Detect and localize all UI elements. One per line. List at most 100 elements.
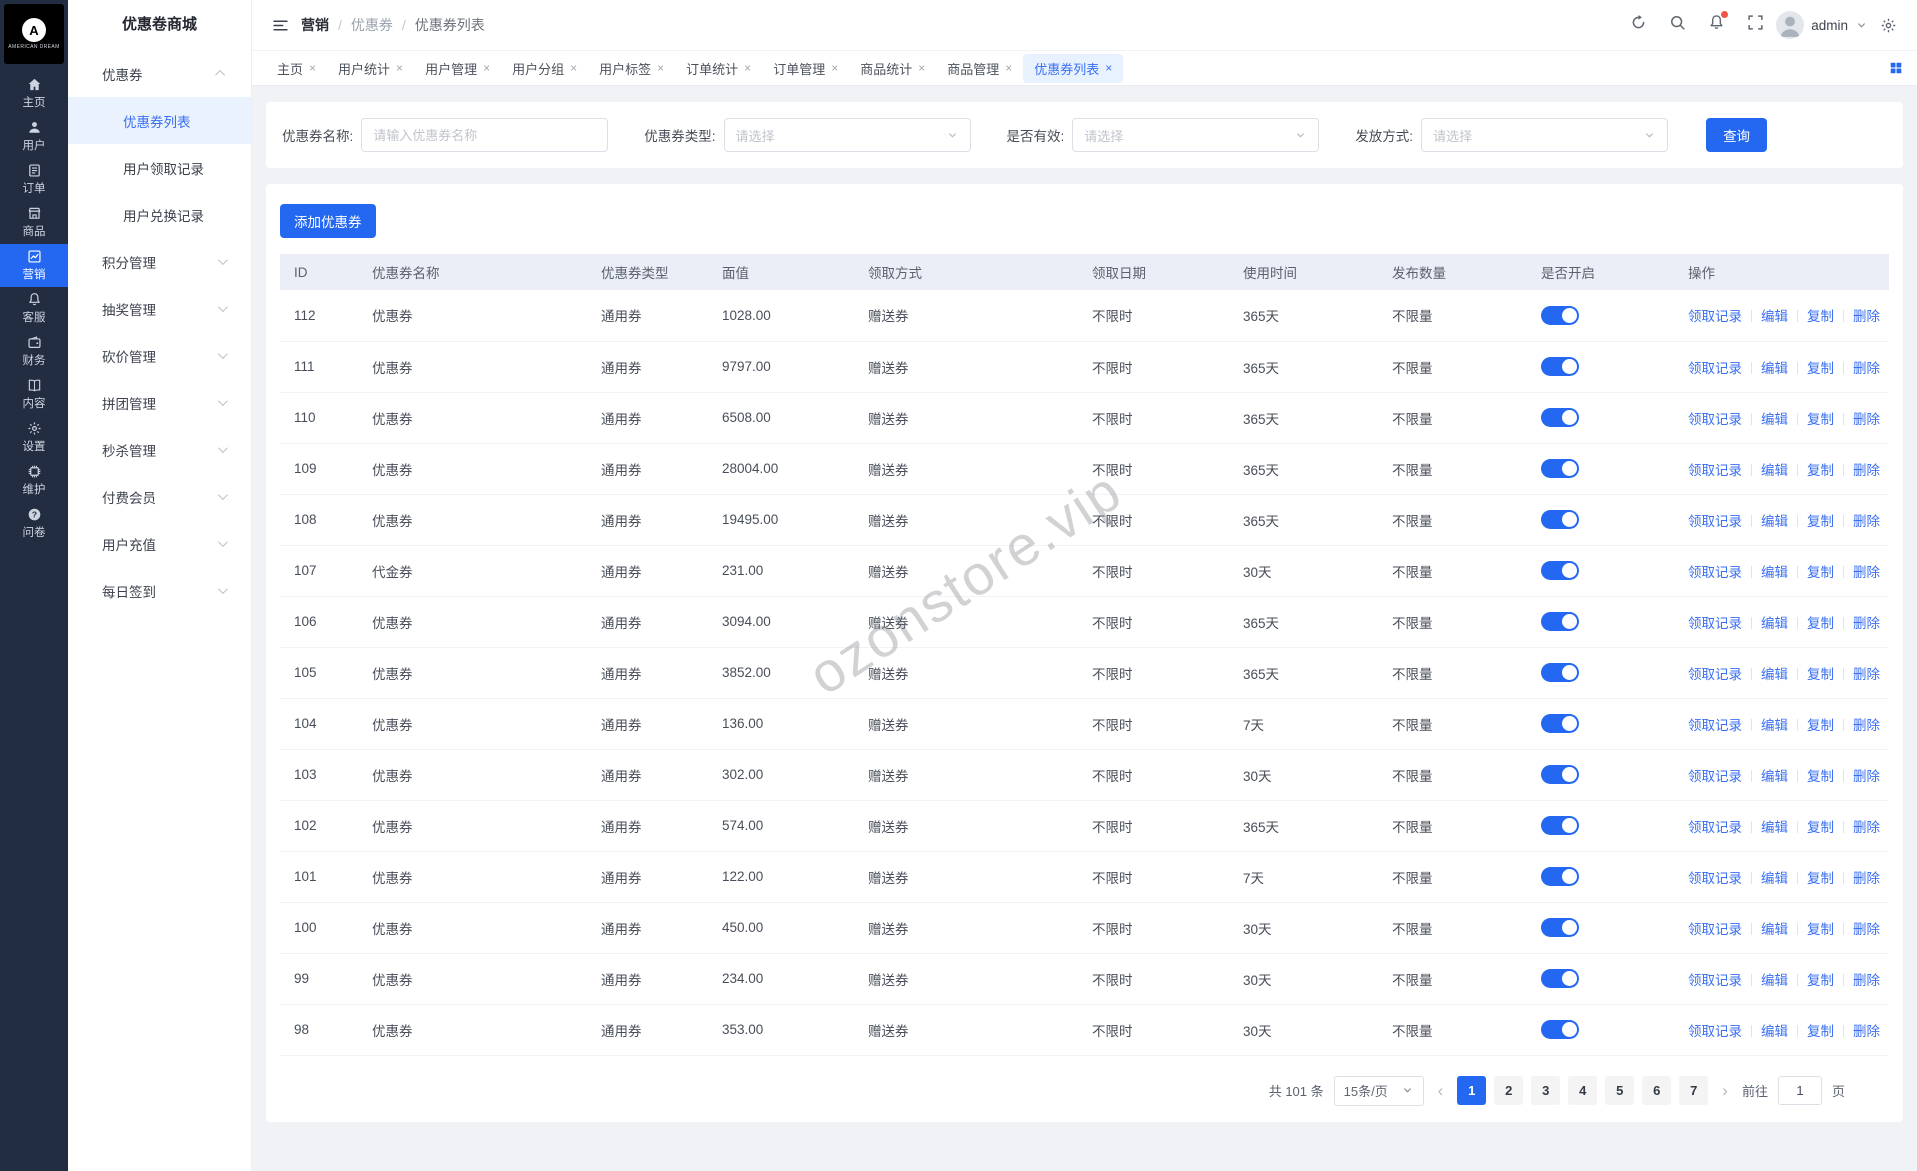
user-menu[interactable]: admin (1776, 11, 1868, 39)
sidebar-group-砍价管理[interactable]: 砍价管理 (68, 332, 251, 379)
app-logo[interactable]: A AMERICAN DREAM (4, 4, 64, 64)
enable-toggle[interactable] (1541, 867, 1579, 886)
tab-close-icon[interactable]: × (918, 62, 925, 74)
sidebar-group-秒杀管理[interactable]: 秒杀管理 (68, 426, 251, 473)
action-delete[interactable]: 删除 (1853, 361, 1880, 376)
page-button-3[interactable]: 3 (1531, 1076, 1561, 1105)
tab-close-icon[interactable]: × (483, 62, 490, 74)
action-edit[interactable]: 编辑 (1761, 463, 1788, 478)
tab-优惠券列表[interactable]: 优惠券列表 × (1023, 53, 1124, 83)
action-edit[interactable]: 编辑 (1761, 565, 1788, 580)
rail-item-home[interactable]: 主页 (0, 72, 68, 115)
sidebar-group-每日签到[interactable]: 每日签到 (68, 567, 251, 614)
page-button-7[interactable]: 7 (1679, 1076, 1709, 1105)
tab-options-grid-icon[interactable] (1889, 61, 1903, 75)
sidebar-group-拼团管理[interactable]: 拼团管理 (68, 379, 251, 426)
enable-toggle[interactable] (1541, 305, 1579, 325)
prev-page-button[interactable]: ‹ (1434, 1082, 1448, 1099)
enable-toggle[interactable] (1541, 561, 1579, 580)
sidebar-group-用户充值[interactable]: 用户充值 (68, 520, 251, 567)
action-receive-records[interactable]: 领取记录 (1688, 820, 1742, 835)
action-copy[interactable]: 复制 (1807, 820, 1834, 835)
page-button-1[interactable]: 1 (1457, 1076, 1487, 1105)
rail-item-settings[interactable]: 设置 (0, 416, 68, 459)
action-receive-records[interactable]: 领取记录 (1688, 871, 1742, 886)
enable-toggle[interactable] (1541, 714, 1579, 733)
enable-toggle[interactable] (1541, 663, 1579, 682)
action-delete[interactable]: 删除 (1853, 718, 1880, 733)
tab-close-icon[interactable]: × (570, 62, 577, 74)
rail-item-maintain[interactable]: 维护 (0, 459, 68, 502)
next-page-button[interactable]: › (1718, 1082, 1732, 1099)
sidebar-item-优惠券列表[interactable]: 优惠券列表 (68, 97, 251, 144)
sidebar-item-用户领取记录[interactable]: 用户领取记录 (68, 144, 251, 191)
rail-item-users[interactable]: 用户 (0, 115, 68, 158)
action-delete[interactable]: 删除 (1853, 973, 1880, 988)
action-delete[interactable]: 删除 (1853, 412, 1880, 427)
action-copy[interactable]: 复制 (1807, 667, 1834, 682)
tab-close-icon[interactable]: × (744, 62, 751, 74)
action-receive-records[interactable]: 领取记录 (1688, 463, 1742, 478)
action-edit[interactable]: 编辑 (1761, 412, 1788, 427)
action-edit[interactable]: 编辑 (1761, 973, 1788, 988)
sidebar-group-抽奖管理[interactable]: 抽奖管理 (68, 285, 251, 332)
collapse-sidebar-icon[interactable] (272, 17, 289, 34)
page-button-4[interactable]: 4 (1568, 1076, 1598, 1105)
action-receive-records[interactable]: 领取记录 (1688, 769, 1742, 784)
action-delete[interactable]: 删除 (1853, 1024, 1880, 1039)
action-receive-records[interactable]: 领取记录 (1688, 667, 1742, 682)
fullscreen-button[interactable] (1747, 14, 1764, 36)
notification-button[interactable] (1708, 11, 1729, 36)
action-delete[interactable]: 删除 (1853, 922, 1880, 937)
filter-coupon-name-input[interactable] (373, 119, 597, 151)
action-edit[interactable]: 编辑 (1761, 514, 1788, 529)
action-copy[interactable]: 复制 (1807, 514, 1834, 529)
breadcrumb-item[interactable]: 优惠券列表 (415, 15, 485, 35)
breadcrumb-item[interactable]: 营销 (301, 15, 329, 35)
action-receive-records[interactable]: 领取记录 (1688, 309, 1742, 324)
action-copy[interactable]: 复制 (1807, 1024, 1834, 1039)
add-coupon-button[interactable]: 添加优惠券 (280, 204, 376, 238)
page-size-select[interactable]: 15条/页 (1333, 1075, 1424, 1106)
action-copy[interactable]: 复制 (1807, 922, 1834, 937)
action-receive-records[interactable]: 领取记录 (1688, 514, 1742, 529)
action-delete[interactable]: 删除 (1853, 820, 1880, 835)
tab-订单管理[interactable]: 订单管理 × (762, 54, 849, 83)
gear-icon[interactable] (1880, 17, 1897, 34)
action-edit[interactable]: 编辑 (1761, 361, 1788, 376)
enable-toggle[interactable] (1541, 1020, 1579, 1039)
search-button[interactable]: 查询 (1706, 118, 1768, 152)
tab-用户分组[interactable]: 用户分组 × (501, 54, 588, 83)
search-button[interactable] (1669, 14, 1686, 36)
sidebar-group-优惠券[interactable]: 优惠券 (68, 50, 251, 97)
action-copy[interactable]: 复制 (1807, 973, 1834, 988)
action-edit[interactable]: 编辑 (1761, 309, 1788, 324)
action-delete[interactable]: 删除 (1853, 565, 1880, 580)
action-delete[interactable]: 删除 (1853, 769, 1880, 784)
action-receive-records[interactable]: 领取记录 (1688, 361, 1742, 376)
rail-item-service[interactable]: 客服 (0, 287, 68, 330)
page-button-6[interactable]: 6 (1642, 1076, 1672, 1105)
action-delete[interactable]: 删除 (1853, 616, 1880, 631)
action-copy[interactable]: 复制 (1807, 565, 1834, 580)
rail-item-finance[interactable]: 财务 (0, 330, 68, 373)
enable-toggle[interactable] (1541, 612, 1579, 631)
tab-订单统计[interactable]: 订单统计 × (675, 54, 762, 83)
enable-toggle[interactable] (1541, 459, 1579, 478)
rail-item-goods[interactable]: 商品 (0, 201, 68, 244)
action-receive-records[interactable]: 领取记录 (1688, 1024, 1742, 1039)
action-delete[interactable]: 删除 (1853, 871, 1880, 886)
breadcrumb-item[interactable]: 优惠券 (351, 15, 393, 35)
action-delete[interactable]: 删除 (1853, 309, 1880, 324)
action-copy[interactable]: 复制 (1807, 616, 1834, 631)
enable-toggle[interactable] (1541, 969, 1579, 988)
action-copy[interactable]: 复制 (1807, 463, 1834, 478)
action-edit[interactable]: 编辑 (1761, 667, 1788, 682)
enable-toggle[interactable] (1541, 357, 1579, 376)
tab-主页[interactable]: 主页 × (266, 54, 327, 83)
filter-issue-mode-select[interactable]: 请选择 (1421, 118, 1669, 152)
action-edit[interactable]: 编辑 (1761, 1024, 1788, 1039)
action-edit[interactable]: 编辑 (1761, 820, 1788, 835)
enable-toggle[interactable] (1541, 765, 1579, 784)
action-edit[interactable]: 编辑 (1761, 871, 1788, 886)
